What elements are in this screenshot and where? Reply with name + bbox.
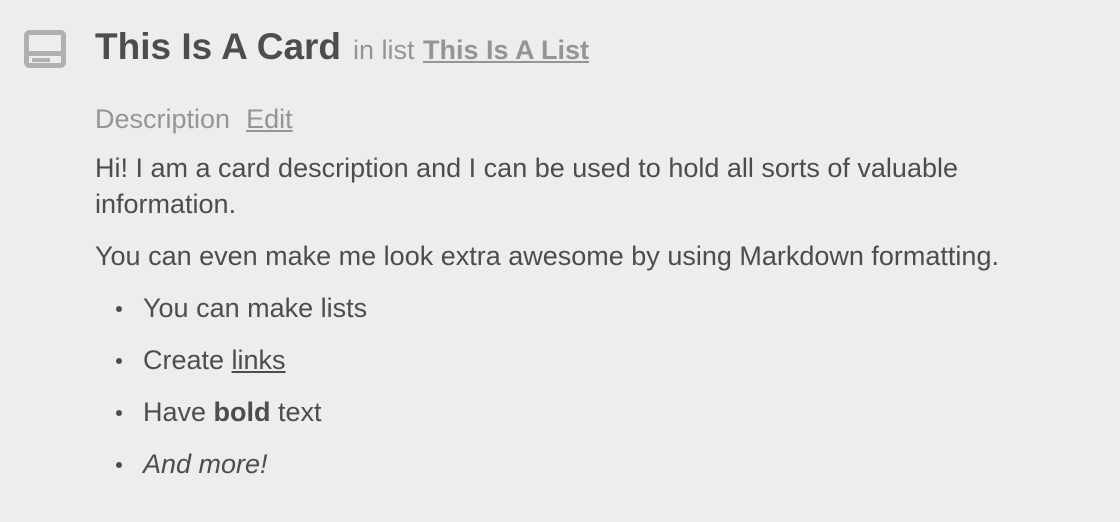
italic-text: And more! <box>143 449 268 479</box>
list-link[interactable]: This Is A List <box>423 35 589 65</box>
list-item-text: You can make lists <box>143 293 368 323</box>
description-paragraph-2: You can even make me look extra awesome … <box>95 241 999 271</box>
list-item: You can make lists <box>116 290 1085 326</box>
list-item: And more! <box>116 446 1085 482</box>
description-list: You can make lists Create links Have bol… <box>95 290 1085 482</box>
card-detail: This Is A Card in list This Is A List Des… <box>0 0 1120 522</box>
description-label: Description <box>95 104 231 134</box>
edit-description-link[interactable]: Edit <box>246 104 293 134</box>
card-header: This Is A Card in list This Is A List <box>95 26 589 68</box>
description-paragraph-1: Hi! I am a card description and I can be… <box>95 153 958 219</box>
in-list-label: in list <box>353 35 415 65</box>
list-item-text: Create <box>143 345 232 375</box>
description-header: Description Edit <box>95 104 293 135</box>
card-title: This Is A Card <box>95 26 342 67</box>
list-item: Create links <box>116 342 1085 378</box>
links-link[interactable]: links <box>232 345 286 375</box>
list-item: Have bold text <box>116 394 1085 430</box>
card-icon <box>24 30 66 68</box>
list-item-text: text <box>270 397 322 427</box>
bold-text: bold <box>213 397 271 427</box>
description-body: Hi! I am a card description and I can be… <box>95 150 1085 498</box>
list-item-text: Have <box>143 397 214 427</box>
